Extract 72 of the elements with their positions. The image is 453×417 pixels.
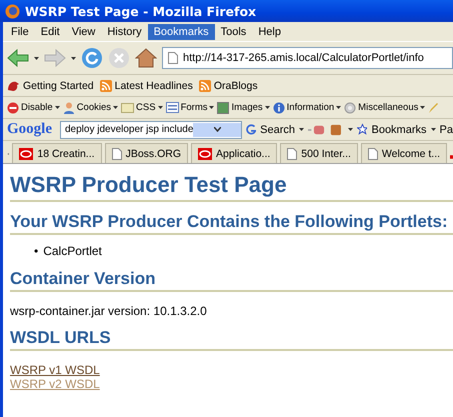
dropdown-caret-icon[interactable] (430, 128, 436, 131)
google-logo: Google (7, 121, 52, 138)
gear-icon (344, 102, 356, 114)
toolbar-menu[interactable]: Disable (21, 102, 53, 113)
section-heading: Container Version (10, 269, 453, 292)
rss-feed-icon (100, 80, 112, 92)
g-letter-icon (246, 122, 256, 136)
dropdown-caret-icon[interactable] (113, 106, 118, 109)
search-button[interactable]: Search (260, 124, 295, 136)
page-heading: WSRP Producer Test Page (10, 172, 453, 202)
home-icon[interactable] (135, 48, 157, 68)
page-icon (112, 148, 122, 160)
dropdown-caret-icon[interactable] (299, 128, 304, 131)
page-icon (368, 148, 378, 160)
wsdl-link[interactable]: WSRP v1 WSDL (10, 363, 100, 377)
rss-feed-icon (198, 80, 211, 92)
dropdown-caret-icon[interactable] (54, 106, 60, 109)
reload-icon[interactable] (81, 47, 103, 69)
list-item: CalcPortlet (43, 243, 102, 259)
menu-item[interactable]: History (101, 24, 148, 40)
bird-icon (7, 80, 20, 92)
oval-logo-icon (198, 148, 212, 160)
browser-tab[interactable]: Welcome t... (360, 143, 448, 163)
menu-item[interactable]: Tools (214, 24, 252, 40)
folder-icon (121, 102, 134, 113)
back-arrow-icon[interactable] (7, 49, 29, 67)
menu-item[interactable]: Edit (34, 24, 66, 40)
toolbar-menu[interactable]: CSS (136, 102, 156, 113)
dropdown-caret-icon[interactable] (420, 106, 426, 109)
person-icon (62, 102, 75, 114)
toolbar-menu[interactable]: Cookies (76, 102, 112, 113)
dropdown-caret-icon[interactable] (71, 56, 76, 60)
toolbar-menu[interactable]: Information (286, 102, 334, 113)
dropdown-caret-icon[interactable] (209, 106, 214, 109)
search-field[interactable]: deploy jdeveloper jsp include (60, 120, 242, 138)
toolbar-label[interactable]: Pa (440, 124, 453, 136)
bookmark-link[interactable]: Getting Started (23, 80, 94, 92)
browser-tab[interactable]: 18 Creatin... (12, 143, 102, 163)
address-field[interactable]: http://14-317-265.amis.local/CalculatorPortlet/info (162, 47, 453, 69)
info-icon (272, 102, 285, 114)
dropdown-caret-icon[interactable] (264, 106, 270, 109)
body-text: wsrp-container.jar version: 10.1.3.2.0 (10, 304, 208, 318)
page-icon (168, 52, 178, 64)
menu-item[interactable]: Bookmarks (148, 24, 215, 40)
browser-tab[interactable]: 500 Inter... (280, 143, 358, 163)
bookmark-link[interactable]: Latest Headlines (114, 80, 193, 92)
no-entry-icon (7, 102, 19, 114)
toolbar-menu[interactable]: Images (231, 102, 263, 113)
menu-item[interactable]: View (66, 24, 102, 40)
bookmark-link[interactable]: OraBlogs (214, 80, 258, 92)
menu-item[interactable]: Help (252, 24, 287, 40)
star-icon[interactable] (356, 123, 368, 136)
bullet-mark: • (34, 243, 38, 259)
dropdown-caret-icon[interactable] (214, 127, 221, 132)
picture-icon (217, 102, 230, 114)
section-heading: WSDL URLS (10, 328, 453, 351)
dropdown-caret-icon[interactable] (158, 106, 163, 109)
oval-logo-icon (19, 148, 34, 160)
firefox-logo-icon (5, 4, 20, 18)
form-icon (166, 102, 179, 113)
browser-tab[interactable]: JBoss.ORG (104, 143, 188, 163)
menu-item[interactable]: File (5, 24, 35, 40)
dropdown-caret-icon[interactable] (336, 106, 342, 109)
dropdown-caret-icon[interactable] (348, 128, 352, 131)
toolbar-menu[interactable]: Forms (180, 102, 208, 113)
browser-tab[interactable]: Applicatio... (191, 143, 278, 163)
page-icon (287, 148, 298, 160)
toolbar-menu[interactable]: Miscellaneous (358, 102, 418, 113)
window-title: WSRP Test Page - Mozilla Firefox (25, 4, 256, 18)
bookmarks-button[interactable]: Bookmarks (371, 124, 427, 136)
dropdown-caret-icon[interactable] (34, 56, 39, 60)
section-heading: Your WSRP Producer Contains the Following Portlets: (10, 212, 453, 235)
